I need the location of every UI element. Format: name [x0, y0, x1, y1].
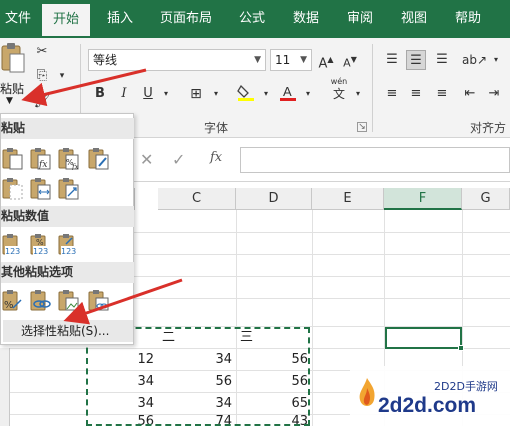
column-header-D[interactable]: D	[236, 188, 312, 210]
orientation-icon[interactable]: ab↗	[462, 50, 487, 70]
svg-text:123: 123	[61, 247, 76, 256]
svg-text:fx: fx	[38, 160, 47, 170]
bold-icon[interactable]: B	[90, 84, 110, 104]
font-name-value: 等线	[93, 53, 118, 67]
paste-dropdown-icon[interactable]: ▼	[6, 96, 13, 106]
divider	[372, 44, 373, 132]
row-header[interactable]	[0, 370, 10, 392]
increase-font-icon[interactable]: A▲	[316, 50, 336, 71]
paste-button[interactable]: 粘贴 ▼	[0, 38, 28, 106]
dialog-launcher-icon[interactable]: ↘	[357, 122, 367, 132]
column-header-C[interactable]: C	[158, 188, 236, 210]
svg-text:123: 123	[5, 247, 20, 256]
align-bottom-icon[interactable]: ☰	[432, 50, 452, 70]
row-header[interactable]	[0, 414, 10, 426]
underline-dropdown-icon[interactable]: ▾	[156, 84, 176, 104]
orientation-dropdown-icon[interactable]: ▾	[486, 50, 506, 70]
phonetic-icon[interactable]: wén 文	[328, 76, 350, 106]
tab-data[interactable]: 数据	[282, 0, 330, 38]
fill-handle[interactable]	[458, 345, 464, 351]
decrease-indent-icon[interactable]: ⇤	[460, 84, 480, 104]
row-header[interactable]	[0, 348, 10, 370]
svg-text:%: %	[36, 238, 44, 247]
underline-icon[interactable]: U	[138, 84, 158, 104]
paste-keep-column-width-icon[interactable]	[29, 176, 53, 200]
paste-formulas-number-format-icon[interactable]: % fx	[57, 146, 81, 171]
tab-view[interactable]: 视图	[390, 0, 438, 38]
chevron-down-icon: ▼	[300, 55, 307, 65]
svg-text:A: A	[283, 84, 292, 99]
paste-label: 粘贴	[0, 82, 25, 96]
tab-page-layout[interactable]: 页面布局	[150, 0, 222, 38]
formula-input[interactable]	[240, 147, 510, 173]
ribbon-tab-bar: 文件 开始 插入 页面布局 公式 数据 审阅 视图 帮助	[0, 0, 510, 38]
tab-home[interactable]: 开始	[42, 4, 90, 38]
phonetic-dropdown-icon[interactable]: ▾	[348, 84, 368, 104]
increase-indent-icon[interactable]: ⇥	[484, 84, 504, 104]
column-header-E[interactable]: E	[312, 188, 384, 210]
copy-icon[interactable]: ⎘	[32, 66, 52, 86]
align-right-icon[interactable]: ≡	[432, 84, 452, 104]
paste-linked-picture-icon[interactable]	[87, 288, 111, 312]
tab-file[interactable]: 文件	[0, 0, 36, 38]
column-header-B[interactable]	[134, 188, 135, 210]
column-header-G[interactable]: G	[462, 188, 510, 210]
paste-values-source-format-icon[interactable]: 123	[57, 232, 81, 256]
enter-icon[interactable]: ✓	[172, 150, 185, 169]
svg-text:123: 123	[33, 247, 48, 256]
font-size-value: 11	[275, 53, 291, 67]
decrease-font-icon[interactable]: A▼	[340, 50, 360, 70]
paste-formulas-icon[interactable]: fx	[29, 146, 53, 170]
menu-section-paste-values: 粘贴数值	[1, 206, 134, 227]
paste-link-icon[interactable]	[29, 288, 53, 312]
tab-help[interactable]: 帮助	[444, 0, 492, 38]
italic-icon[interactable]: I	[114, 84, 134, 104]
tab-formulas[interactable]: 公式	[228, 0, 276, 38]
align-center-icon[interactable]: ≡	[406, 84, 426, 104]
chevron-down-icon: ▼	[254, 55, 261, 65]
paste-keep-source-format-icon[interactable]	[87, 146, 111, 170]
align-middle-icon[interactable]: ☰	[406, 50, 426, 70]
fill-dropdown-icon[interactable]: ▾	[256, 84, 276, 104]
menu-section-paste: 粘贴	[1, 118, 134, 139]
svg-text:%: %	[4, 300, 14, 311]
paste-picture-icon[interactable]	[57, 288, 81, 312]
paste-options-menu: 粘贴 fx % fx 粘贴数值 123 % 123 123 其他粘贴选项 % 选择	[0, 113, 134, 345]
watermark: 2D2D手游网 2d2d.com	[350, 366, 510, 426]
tab-review[interactable]: 审阅	[336, 0, 384, 38]
gridline	[312, 210, 313, 426]
cut-icon[interactable]: ✂	[32, 42, 52, 62]
cancel-icon[interactable]: ✕	[140, 150, 153, 169]
paste-formatting-icon[interactable]: %	[1, 288, 25, 312]
font-color-icon[interactable]: A	[278, 82, 298, 102]
align-top-icon[interactable]: ☰	[382, 50, 402, 70]
flame-logo-icon	[359, 378, 375, 406]
border-icon[interactable]: ⊞	[186, 84, 206, 104]
format-painter-icon[interactable]: 🖌	[32, 92, 52, 112]
paste-transpose-icon[interactable]	[57, 176, 81, 200]
font-size-select[interactable]: 11 ▼	[270, 49, 312, 71]
paste-values-icon[interactable]: 123	[1, 232, 25, 256]
menu-section-other-paste: 其他粘贴选项	[1, 262, 134, 283]
svg-text:fx: fx	[71, 163, 79, 170]
fill-color-icon[interactable]	[236, 82, 256, 102]
font-name-select[interactable]: 等线 ▼	[88, 49, 266, 71]
paste-no-borders-icon[interactable]	[1, 176, 25, 200]
phonetic-char: 文	[332, 87, 345, 101]
column-header-F[interactable]: F	[384, 188, 462, 210]
group-label-font: 字体	[204, 121, 229, 135]
paste-values-number-format-icon[interactable]: % 123	[29, 232, 53, 256]
tab-insert[interactable]: 插入	[96, 0, 144, 38]
font-color-dropdown-icon[interactable]: ▾	[298, 84, 318, 104]
insert-function-icon[interactable]: fx	[210, 150, 222, 165]
watermark-url: 2d2d.com	[378, 394, 477, 417]
row-header[interactable]	[0, 392, 10, 414]
active-cell[interactable]	[385, 327, 464, 351]
copy-dropdown-icon[interactable]: ▾	[52, 66, 72, 86]
watermark-text: 2D2D手游网	[434, 380, 498, 393]
paste-special-menu-item[interactable]: 选择性粘贴(S)...	[3, 320, 133, 342]
border-dropdown-icon[interactable]: ▾	[206, 84, 226, 104]
paste-icon[interactable]	[1, 146, 25, 170]
align-left-icon[interactable]: ≡	[382, 84, 402, 104]
